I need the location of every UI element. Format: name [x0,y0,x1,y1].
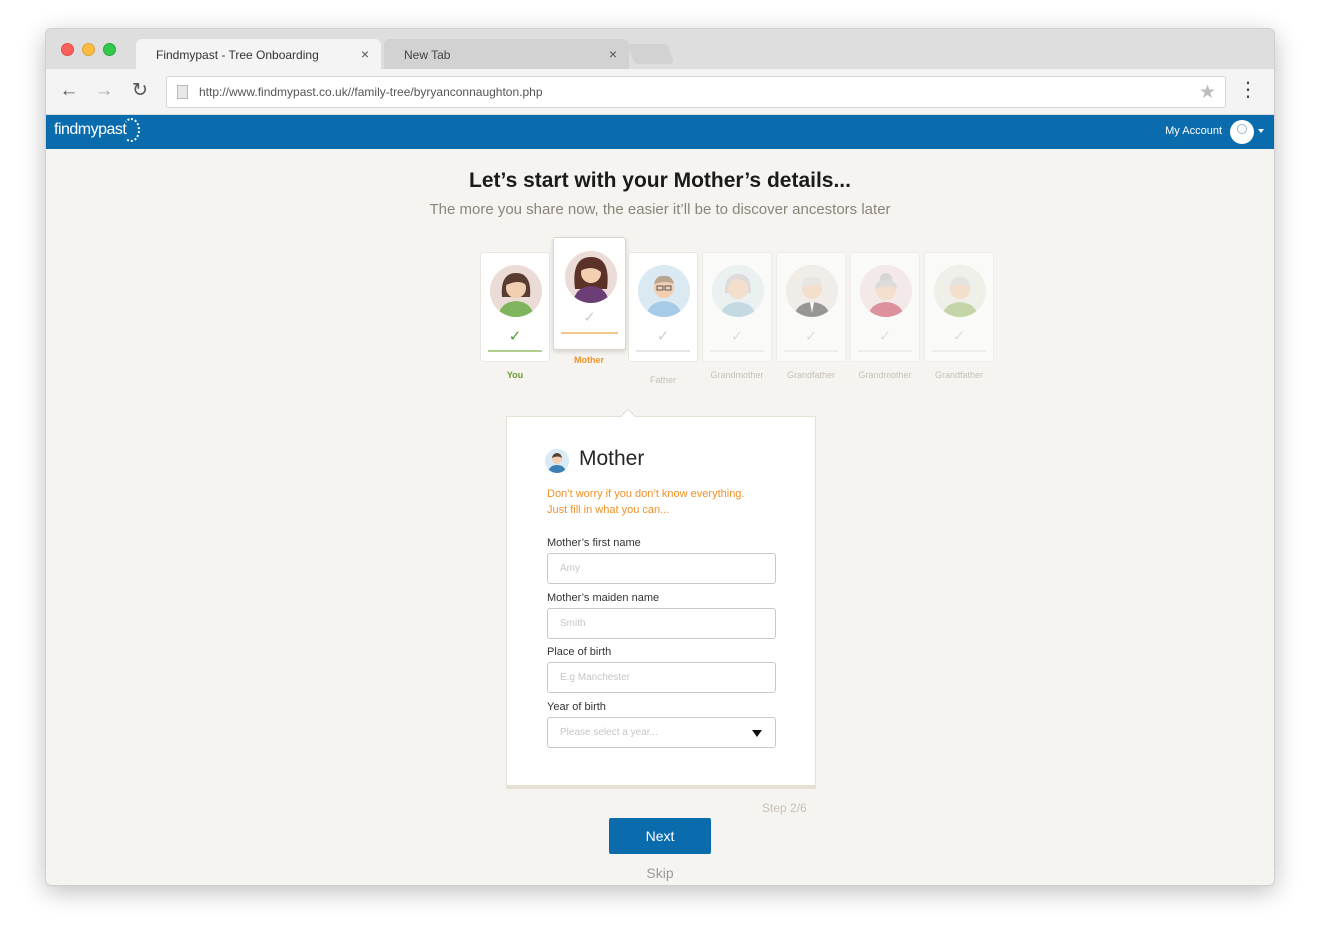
onboarding-content: Let’s start with your Mother’s details..… [46,149,1274,885]
person-label-grandmother-1: Grandmother [710,370,764,380]
close-window-button[interactable] [61,43,74,56]
progress-line [784,350,838,352]
tab-findmypast[interactable]: Findmypast - Tree Onboarding × [136,39,381,69]
place-of-birth-label: Place of birth [547,646,612,658]
place-of-birth-input[interactable]: E.g Manchester [547,662,776,693]
reload-icon[interactable]: ↻ [129,80,151,102]
maiden-name-input[interactable]: Smith [547,608,776,639]
page-subtitle: The more you share now, the easier it’ll… [429,201,891,218]
check-icon: ✓ [656,328,670,345]
close-tab-icon[interactable]: × [609,46,617,62]
progress-line [858,350,912,352]
person-label-grandfather-1: Grandfather [786,370,836,380]
first-name-label: Mother’s first name [547,537,641,549]
browser-window: Findmypast - Tree Onboarding × New Tab ×… [45,28,1275,886]
browser-toolbar: ← → ↻ http://www.findmypast.co.uk//famil… [46,69,1274,115]
family-member-cards: ✓ ✓ ✓ ✓ ✓ ✓ ✓ You Mother Father Grandmot… [480,237,1000,387]
person-label-father: Father [649,375,676,385]
grandmother-avatar-icon [712,265,764,317]
back-arrow-icon[interactable]: ← [58,80,80,102]
page-title: Let’s start with your Mother’s details..… [469,169,851,192]
check-icon: ✓ [952,328,966,345]
forward-arrow-icon[interactable]: → [93,80,115,102]
helper-line-2: Just fill in what you can... [547,504,670,516]
form-title: Mother [579,447,645,470]
minimize-window-button[interactable] [82,43,95,56]
person-card-grandmother-2[interactable]: ✓ [850,252,920,362]
grandfather-avatar-icon [786,265,838,317]
person-card-father[interactable]: ✓ [628,252,698,362]
woman-avatar-icon [490,265,542,317]
site-header: findmypast My Account [46,115,1274,149]
tab-title: Findmypast - Tree Onboarding [156,48,319,62]
person-card-mother[interactable]: ✓ [553,237,626,350]
mother-details-form: Mother Don’t worry if you don’t know eve… [506,416,816,789]
grandfather-avatar-icon [934,265,986,317]
my-account-link[interactable]: My Account [1165,125,1222,137]
account-avatar-icon[interactable] [1230,120,1254,144]
mother-avatar-icon [565,251,617,303]
chevron-down-icon[interactable] [1258,129,1264,133]
tab-new-tab[interactable]: New Tab × [384,39,629,69]
check-icon: ✓ [508,328,522,345]
chevron-down-icon [752,730,762,737]
father-avatar-icon [638,265,690,317]
new-tab-button[interactable] [627,44,675,64]
maiden-name-label: Mother’s maiden name [547,592,660,604]
check-icon: ✓ [804,328,818,345]
form-helper-text: Don’t worry if you don’t know everything… [547,486,787,518]
person-card-grandfather-2[interactable]: ✓ [924,252,994,362]
progress-line [561,332,618,334]
check-icon: ✓ [583,309,596,326]
kebab-menu-icon[interactable]: ⋮ [1238,79,1258,101]
first-name-input[interactable]: Amy [547,553,776,584]
year-select-placeholder: Please select a year... [560,727,658,738]
year-of-birth-select[interactable]: Please select a year... [547,717,776,748]
progress-line [636,350,690,352]
person-card-grandfather-1[interactable]: ✓ [776,252,846,362]
progress-line [488,350,542,352]
url-text[interactable]: http://www.findmypast.co.uk//family-tree… [199,85,543,99]
check-icon: ✓ [730,328,744,345]
person-card-you[interactable]: ✓ [480,252,550,362]
check-icon: ✓ [878,328,892,345]
person-label-grandfather-2: Grandfather [934,370,984,380]
person-label-you: You [506,370,524,380]
address-bar[interactable]: http://www.findmypast.co.uk//family-tree… [166,76,1226,108]
skip-link[interactable]: Skip [609,865,711,881]
grandmother-avatar-icon [860,265,912,317]
close-tab-icon[interactable]: × [361,46,369,62]
helper-line-1: Don’t worry if you don’t know everything… [547,488,745,500]
year-of-birth-label: Year of birth [547,701,606,713]
step-indicator: Step 2/6 [762,801,807,815]
person-card-grandmother-1[interactable]: ✓ [702,252,772,362]
bookmark-star-icon[interactable]: ★ [1199,81,1216,104]
person-avatar-icon [545,449,569,473]
person-label-mother: Mother [574,355,604,365]
person-label-grandmother-2: Grandmother [858,370,912,380]
progress-line [710,350,764,352]
progress-line [932,350,986,352]
tab-strip: Findmypast - Tree Onboarding × New Tab × [46,29,1274,69]
logo-dots-icon [122,118,140,142]
findmypast-logo[interactable]: findmypast [54,121,127,139]
maximize-window-button[interactable] [103,43,116,56]
page-icon [177,85,188,99]
tab-title: New Tab [404,48,451,62]
next-button[interactable]: Next [609,818,711,854]
